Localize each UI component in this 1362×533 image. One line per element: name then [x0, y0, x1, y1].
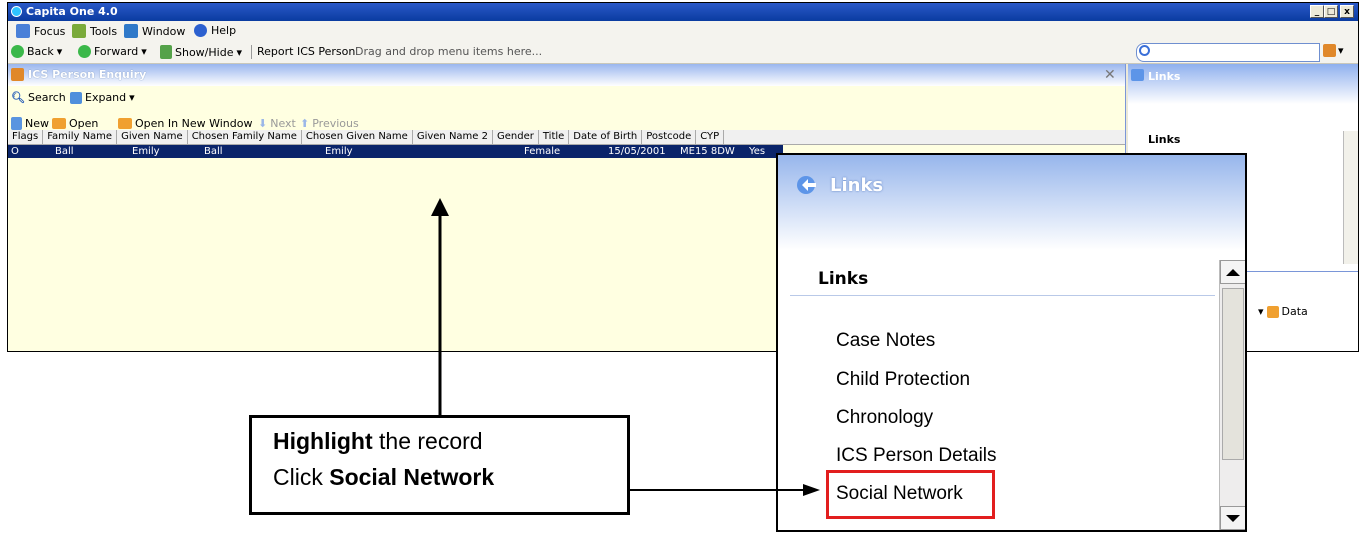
arrow-to-social-network — [630, 484, 820, 496]
annotation-arrows — [431, 198, 820, 496]
arrow-to-record — [431, 198, 449, 415]
